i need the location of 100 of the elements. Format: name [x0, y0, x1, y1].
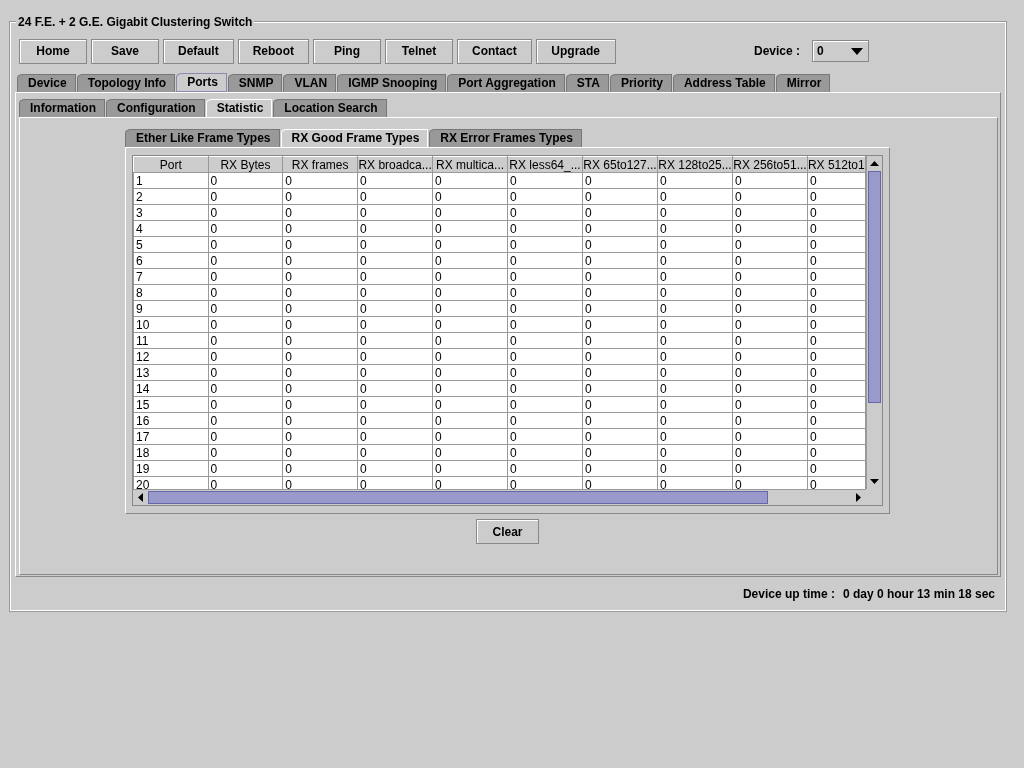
table-cell: 0	[732, 332, 808, 349]
table-cell: 0	[432, 220, 508, 237]
table-cell: 0	[807, 172, 866, 189]
table-cell: 0	[732, 220, 808, 237]
column-header[interactable]: RX 65to127...	[582, 156, 658, 173]
toolbar-button[interactable]: Ping	[313, 38, 381, 64]
table-cell: 0	[657, 332, 733, 349]
table-cell: 0	[807, 380, 866, 397]
column-header[interactable]: RX 512to1	[807, 156, 866, 173]
table-cell: 0	[432, 428, 508, 445]
table-cell: 0	[507, 332, 583, 349]
table-cell: 0	[657, 284, 733, 301]
column-header[interactable]: RX 128to25...	[657, 156, 733, 173]
table-cell: 0	[582, 172, 658, 189]
table-cell: 0	[807, 252, 866, 269]
table-cell: 0	[807, 444, 866, 461]
toolbar-button[interactable]: Telnet	[385, 38, 453, 64]
tab[interactable]: Information	[19, 99, 105, 117]
tab[interactable]: Topology Info	[76, 74, 176, 92]
table-cell: 0	[657, 396, 733, 413]
tab[interactable]: RX Error Frames Types	[429, 129, 582, 147]
tab[interactable]: Device	[17, 74, 76, 92]
tab[interactable]: Mirror	[775, 74, 831, 92]
tab[interactable]: RX Good Frame Types	[280, 129, 429, 147]
column-header[interactable]: RX broadca...	[357, 156, 433, 173]
table-cell: 0	[657, 412, 733, 429]
toolbar-button[interactable]: Contact	[457, 38, 532, 64]
tab[interactable]: Configuration	[106, 99, 205, 117]
table-cell: 0	[432, 332, 508, 349]
table-cell: 0	[282, 412, 358, 429]
table-cell: 0	[657, 252, 733, 269]
table-cell: 0	[432, 348, 508, 365]
table-cell: 2	[133, 188, 208, 205]
tab[interactable]: SNMP	[227, 74, 283, 92]
table-cell: 0	[208, 252, 283, 269]
table-cell: 15	[133, 396, 208, 413]
table-cell: 0	[732, 172, 808, 189]
table-cell: 16	[133, 412, 208, 429]
tab[interactable]: Statistic	[205, 99, 273, 117]
table-cell: 0	[432, 172, 508, 189]
tab[interactable]: VLAN	[283, 74, 337, 92]
device-dropdown[interactable]: 0	[812, 40, 869, 62]
toolbar-button[interactable]: Home	[19, 38, 87, 64]
table-cell: 0	[208, 348, 283, 365]
tab[interactable]: Ether Like Frame Types	[125, 129, 280, 147]
column-header[interactable]: RX multica...	[432, 156, 508, 173]
table-cell: 0	[582, 396, 658, 413]
table-cell: 0	[507, 268, 583, 285]
down-arrow-icon	[870, 479, 879, 484]
table-cell: 0	[357, 412, 433, 429]
column-header[interactable]: RX frames	[282, 156, 358, 173]
table-cell: 0	[582, 348, 658, 365]
table-cell: 0	[208, 428, 283, 445]
table-cell: 19	[133, 460, 208, 477]
table-cell: 0	[208, 300, 283, 317]
table-cell: 0	[432, 300, 508, 317]
vertical-scrollbar[interactable]	[866, 156, 882, 489]
tab[interactable]: Address Table	[672, 74, 775, 92]
scroll-thumb[interactable]	[868, 171, 881, 403]
horizontal-scrollbar[interactable]	[133, 489, 866, 505]
table-cell: 0	[432, 396, 508, 413]
table-cell: 0	[582, 236, 658, 253]
table-cell: 0	[357, 252, 433, 269]
column-header[interactable]: RX less64_...	[507, 156, 583, 173]
column-header[interactable]: RX 256to51...	[732, 156, 808, 173]
table-cell: 0	[807, 316, 866, 333]
toolbar-button[interactable]: Default	[163, 38, 234, 64]
tab[interactable]: Port Aggregation	[447, 74, 565, 92]
toolbar-button[interactable]: Upgrade	[535, 38, 616, 64]
table-cell: 0	[657, 188, 733, 205]
table-cell: 0	[357, 396, 433, 413]
table-cell: 7	[133, 268, 208, 285]
table-cell: 0	[357, 316, 433, 333]
tab[interactable]: Priority	[609, 74, 672, 92]
scroll-thumb[interactable]	[148, 491, 768, 504]
table-cell: 0	[657, 444, 733, 461]
column-header[interactable]: Port	[133, 156, 208, 173]
table-cell: 0	[357, 364, 433, 381]
table-cell: 0	[507, 412, 583, 429]
table-cell: 0	[807, 204, 866, 221]
tab[interactable]: Location Search	[273, 99, 387, 117]
tab[interactable]: Ports	[176, 73, 227, 92]
toolbar-button[interactable]: Reboot	[237, 38, 309, 64]
tab[interactable]: STA	[565, 74, 609, 92]
table-cell: 0	[807, 332, 866, 349]
table-cell: 0	[732, 396, 808, 413]
table-cell: 0	[507, 172, 583, 189]
table-cell: 0	[357, 380, 433, 397]
table-cell: 0	[732, 204, 808, 221]
table-cell: 0	[507, 236, 583, 253]
table-cell: 0	[507, 284, 583, 301]
table-cell: 0	[357, 204, 433, 221]
clear-button[interactable]: Clear	[476, 519, 539, 544]
table-cell: 0	[807, 300, 866, 317]
table-cell: 0	[807, 348, 866, 365]
table-cell: 11	[133, 332, 208, 349]
toolbar-button[interactable]: Save	[91, 38, 159, 64]
column-header[interactable]: RX Bytes	[208, 156, 283, 173]
tab[interactable]: IGMP Snooping	[337, 74, 447, 92]
table-cell: 0	[208, 204, 283, 221]
